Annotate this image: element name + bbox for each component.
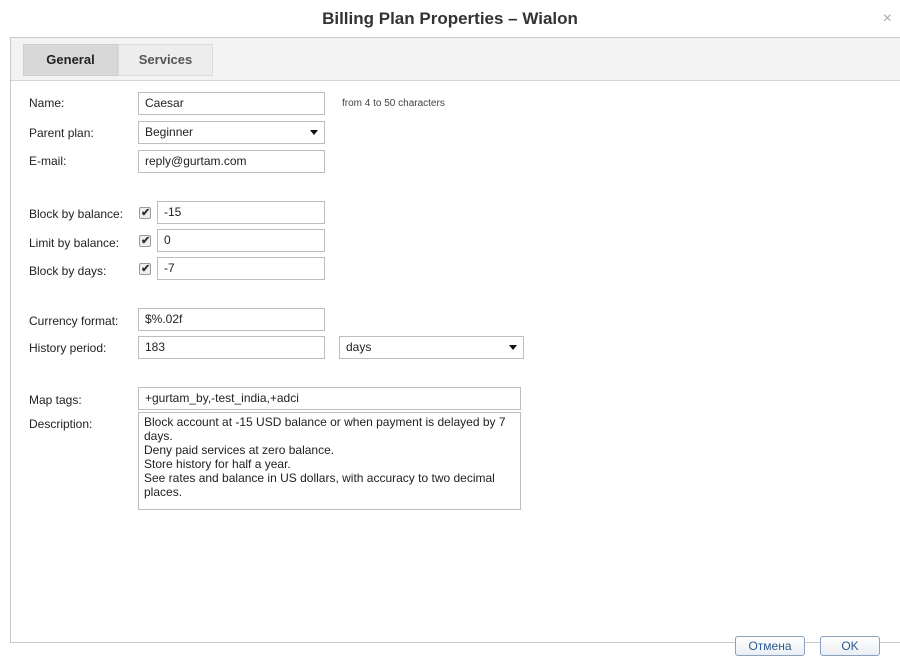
description-textarea[interactable]: Block account at -15 USD balance or when… bbox=[138, 412, 521, 510]
tab-strip: General Services bbox=[11, 38, 900, 81]
currency-format-input[interactable]: $%.02f bbox=[138, 308, 325, 331]
tab-services[interactable]: Services bbox=[118, 44, 213, 76]
chevron-down-icon bbox=[310, 130, 318, 135]
parent-plan-label: Parent plan: bbox=[29, 126, 94, 140]
email-input[interactable]: reply@gurtam.com bbox=[138, 150, 325, 173]
parent-plan-select[interactable]: Beginner bbox=[138, 121, 325, 144]
name-label: Name: bbox=[29, 96, 65, 110]
block-by-days-input[interactable]: -7 bbox=[157, 257, 325, 280]
block-by-days-label: Block by days: bbox=[29, 264, 107, 278]
check-icon: ✔ bbox=[141, 235, 151, 247]
history-period-unit-value: days bbox=[346, 340, 372, 354]
title-bar: Billing Plan Properties – Wialon × bbox=[0, 0, 900, 38]
block-by-balance-label: Block by balance: bbox=[29, 207, 124, 221]
chevron-down-icon bbox=[509, 345, 517, 350]
cancel-button[interactable]: Отмена bbox=[735, 636, 805, 656]
history-period-unit-select[interactable]: days bbox=[339, 336, 524, 359]
limit-by-balance-checkbox[interactable]: ✔ bbox=[139, 235, 151, 247]
check-icon: ✔ bbox=[141, 263, 151, 275]
block-by-balance-input[interactable]: -15 bbox=[157, 201, 325, 224]
description-label: Description: bbox=[29, 417, 93, 431]
currency-format-label: Currency format: bbox=[29, 314, 119, 328]
dialog-panel: General Services Name: Caesar from 4 to … bbox=[10, 37, 900, 656]
name-input[interactable]: Caesar bbox=[138, 92, 325, 115]
close-icon[interactable]: × bbox=[883, 10, 892, 28]
check-icon: ✔ bbox=[141, 207, 151, 219]
limit-by-balance-label: Limit by balance: bbox=[29, 236, 120, 250]
window-title: Billing Plan Properties – Wialon bbox=[322, 9, 578, 28]
parent-plan-value: Beginner bbox=[145, 125, 194, 139]
history-period-label: History period: bbox=[29, 341, 107, 355]
ok-button[interactable]: OK bbox=[820, 636, 880, 656]
email-label: E-mail: bbox=[29, 154, 67, 168]
history-period-input[interactable]: 183 bbox=[138, 336, 325, 359]
limit-by-balance-input[interactable]: 0 bbox=[157, 229, 325, 252]
map-tags-input[interactable]: +gurtam_by,-test_india,+adci bbox=[138, 387, 521, 410]
map-tags-label: Map tags: bbox=[29, 393, 82, 407]
block-by-days-checkbox[interactable]: ✔ bbox=[139, 263, 151, 275]
tab-general[interactable]: General bbox=[23, 44, 118, 76]
name-hint: from 4 to 50 characters bbox=[342, 98, 445, 109]
block-by-balance-checkbox[interactable]: ✔ bbox=[139, 207, 151, 219]
